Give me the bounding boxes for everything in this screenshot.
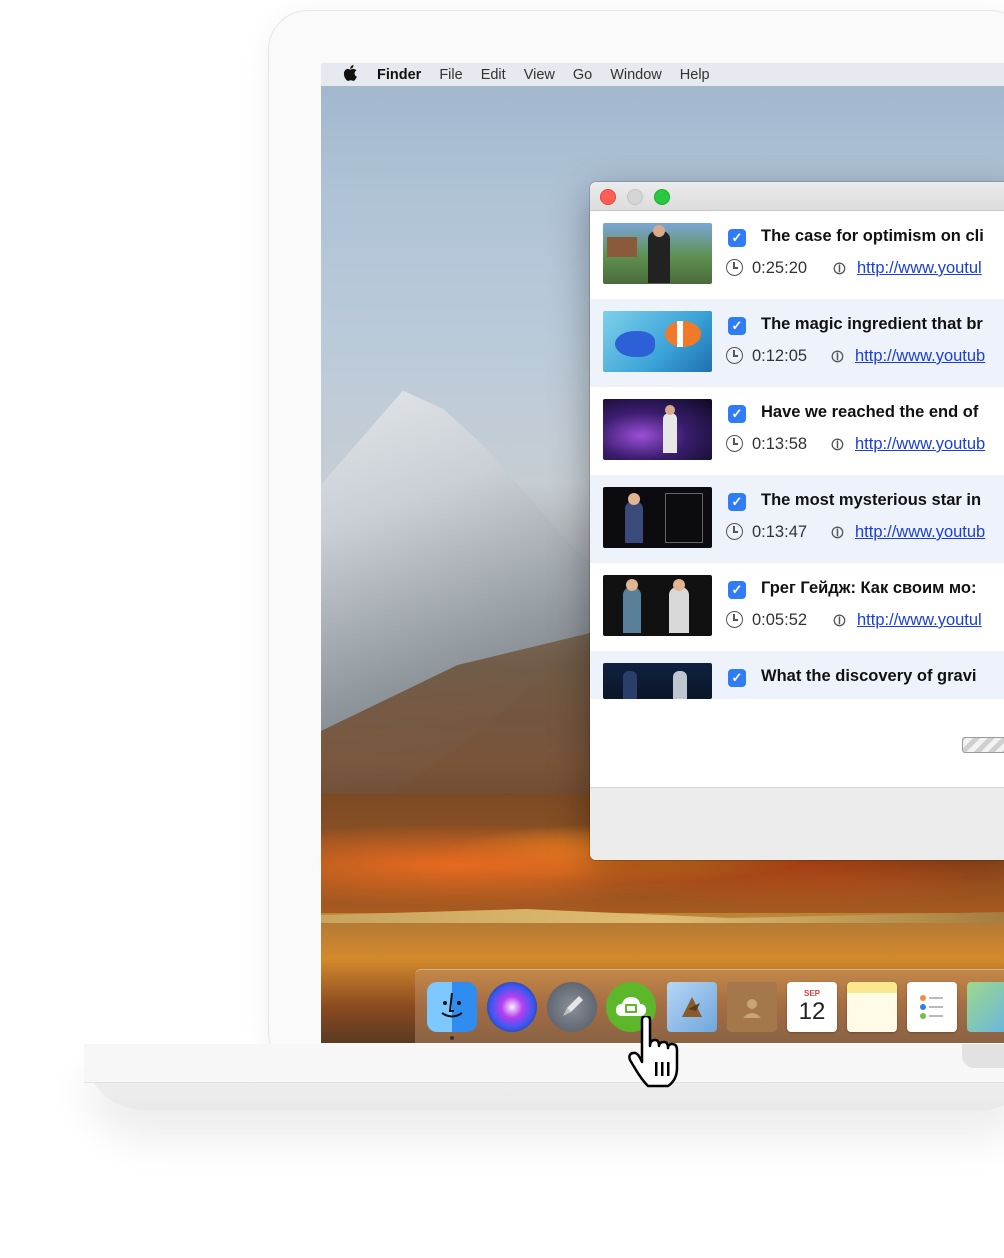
clock-icon	[726, 611, 743, 628]
progress-bar	[962, 737, 1004, 753]
video-url[interactable]: http://www.youtul	[857, 259, 982, 278]
menu-edit[interactable]: Edit	[481, 67, 506, 83]
video-row[interactable]: ✓ Грег Гейдж: Как своим мо: 0:05:52 ⊘ ht…	[590, 563, 1004, 651]
siri-icon[interactable]	[487, 982, 537, 1032]
menu-file[interactable]: File	[439, 67, 462, 83]
video-url[interactable]: http://www.youtub	[855, 523, 985, 542]
link-icon: ⊘	[826, 607, 852, 633]
video-title: Грег Гейдж: Как своим мо:	[761, 579, 977, 597]
video-list: ✓ The case for optimism on cli 0:25:20 ⊘…	[590, 211, 1004, 699]
clock-icon	[726, 435, 743, 452]
dock: SEP 12	[415, 969, 1004, 1043]
hand-cursor-icon	[628, 1014, 684, 1090]
video-checkbox[interactable]: ✓	[728, 669, 746, 687]
minimize-button[interactable]	[627, 189, 643, 205]
video-duration: 0:05:52	[752, 611, 808, 629]
zoom-button[interactable]	[654, 189, 670, 205]
video-row[interactable]: ✓ The most mysterious star in 0:13:47 ⊘ …	[590, 475, 1004, 563]
video-url[interactable]: http://www.youtub	[855, 435, 985, 454]
link-icon: ⊘	[824, 431, 850, 457]
menu-help[interactable]: Help	[680, 67, 710, 83]
video-thumbnail	[603, 311, 712, 372]
menu-bar: Finder File Edit View Go Window Help	[321, 63, 1004, 86]
link-icon: ⊘	[826, 255, 852, 281]
contacts-icon[interactable]	[727, 982, 777, 1032]
launchpad-icon[interactable]	[547, 982, 597, 1032]
calendar-icon[interactable]: SEP 12	[787, 982, 837, 1032]
video-duration: 0:13:58	[752, 435, 808, 453]
close-button[interactable]	[600, 189, 616, 205]
clock-icon	[726, 259, 743, 276]
app-window: ✓ The case for optimism on cli 0:25:20 ⊘…	[590, 182, 1004, 860]
laptop-notch	[962, 1044, 1004, 1068]
video-url[interactable]: http://www.youtul	[857, 611, 982, 630]
clock-icon	[726, 347, 743, 364]
video-title: What the discovery of gravi	[761, 667, 977, 685]
link-icon: ⊘	[824, 519, 850, 545]
reminders-icon[interactable]	[907, 982, 957, 1032]
window-footer	[590, 787, 1004, 860]
video-thumbnail	[603, 663, 712, 699]
video-row[interactable]: ✓ Have we reached the end of 0:13:58 ⊘ h…	[590, 387, 1004, 475]
video-thumbnail	[603, 575, 712, 636]
video-row[interactable]: ✓ The case for optimism on cli 0:25:20 ⊘…	[590, 211, 1004, 299]
calendar-day: 12	[798, 998, 826, 1025]
video-row[interactable]: ✓ The magic ingredient that br 0:12:05 ⊘…	[590, 299, 1004, 387]
window-titlebar[interactable]	[590, 182, 1004, 211]
video-title: The magic ingredient that br	[761, 315, 983, 333]
apple-icon[interactable]	[343, 64, 357, 85]
video-title: Have we reached the end of	[761, 403, 979, 421]
video-row[interactable]: ✓ What the discovery of gravi	[590, 651, 1004, 699]
laptop-base	[84, 1044, 1004, 1110]
video-checkbox[interactable]: ✓	[728, 405, 746, 423]
video-title: The most mysterious star in	[761, 491, 982, 509]
finder-icon[interactable]	[427, 982, 477, 1032]
menu-go[interactable]: Go	[573, 67, 592, 83]
video-duration: 0:12:05	[752, 347, 808, 365]
menu-finder[interactable]: Finder	[377, 67, 421, 83]
running-indicator	[450, 1036, 454, 1040]
link-icon: ⊘	[824, 343, 850, 369]
video-thumbnail	[603, 399, 712, 460]
video-thumbnail	[603, 487, 712, 548]
video-checkbox[interactable]: ✓	[728, 581, 746, 599]
video-title: The case for optimism on cli	[761, 227, 984, 245]
video-checkbox[interactable]: ✓	[728, 493, 746, 511]
video-checkbox[interactable]: ✓	[728, 229, 746, 247]
notes-icon[interactable]	[847, 982, 897, 1032]
clock-icon	[726, 523, 743, 540]
video-checkbox[interactable]: ✓	[728, 317, 746, 335]
maps-icon[interactable]	[967, 982, 1004, 1032]
menu-window[interactable]: Window	[610, 67, 662, 83]
menu-view[interactable]: View	[524, 67, 555, 83]
video-url[interactable]: http://www.youtub	[855, 347, 985, 366]
video-duration: 0:25:20	[752, 259, 808, 277]
video-duration: 0:13:47	[752, 523, 808, 541]
screen: Finder File Edit View Go Window Help ✓ T…	[321, 63, 1004, 1043]
video-thumbnail	[603, 223, 712, 284]
